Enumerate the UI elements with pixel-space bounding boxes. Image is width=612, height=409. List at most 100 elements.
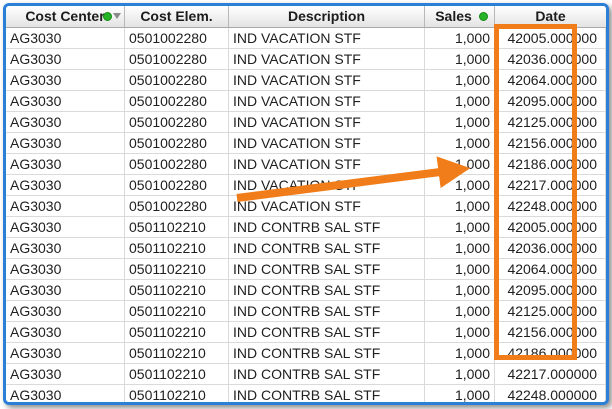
cell-description: IND VACATION STF xyxy=(229,154,425,174)
cell-cost-center: AG3030 xyxy=(6,385,125,402)
table-row[interactable]: AG3030 0501102210 IND CONTRB SAL STF 1,000 4… xyxy=(6,217,606,238)
table-row[interactable]: AG3030 0501102210 IND CONTRB SAL STF 1,000 4… xyxy=(6,301,606,322)
table-window: Cost Center Cost Elem. Description Sales… xyxy=(3,3,609,405)
cell-cost-elem: 0501102210 xyxy=(125,322,229,342)
cell-cost-center: AG3030 xyxy=(6,28,125,48)
cell-cost-elem: 0501002280 xyxy=(125,154,229,174)
cell-cost-center: AG3030 xyxy=(6,280,125,300)
cell-sales: 1,000 xyxy=(425,238,495,258)
cell-cost-center: AG3030 xyxy=(6,364,125,384)
column-label-description: Description xyxy=(287,8,365,24)
table-row[interactable]: AG3030 0501002280 IND VACATION STF 1,000 420… xyxy=(6,28,606,49)
cell-cost-center: AG3030 xyxy=(6,322,125,342)
cell-cost-elem: 0501002280 xyxy=(125,133,229,153)
cell-sales: 1,000 xyxy=(425,385,495,402)
cell-date: 42095.000000 xyxy=(495,91,606,111)
table-row[interactable]: AG3030 0501102210 IND CONTRB SAL STF 1,000 4… xyxy=(6,259,606,280)
column-label-sales: Sales xyxy=(435,8,472,24)
cell-cost-elem: 0501002280 xyxy=(125,112,229,132)
cell-date: 42186.000000 xyxy=(495,154,606,174)
cell-date: 42217.000000 xyxy=(495,364,606,384)
column-header-sales[interactable]: Sales xyxy=(425,6,495,27)
table-row[interactable]: AG3030 0501002280 IND VACATION STF 1,000 421… xyxy=(6,112,606,133)
cell-sales: 1,000 xyxy=(425,217,495,237)
cell-date: 42248.000000 xyxy=(495,385,606,402)
cell-cost-center: AG3030 xyxy=(6,91,125,111)
sort-triangle-icon[interactable] xyxy=(113,13,121,19)
cell-cost-elem: 0501002280 xyxy=(125,175,229,195)
cell-sales: 1,000 xyxy=(425,280,495,300)
cell-cost-elem: 0501002280 xyxy=(125,91,229,111)
table-row[interactable]: AG3030 0501102210 IND CONTRB SAL STF 1,000 4… xyxy=(6,343,606,364)
table-row[interactable]: AG3030 0501002280 IND VACATION STF 1,000 422… xyxy=(6,175,606,196)
cell-sales: 1,000 xyxy=(425,301,495,321)
cell-date: 42125.000000 xyxy=(495,301,606,321)
filter-indicator-icon xyxy=(103,12,112,21)
cell-date: 42156.000000 xyxy=(495,133,606,153)
cell-cost-elem: 0501102210 xyxy=(125,259,229,279)
cell-cost-elem: 0501002280 xyxy=(125,28,229,48)
cell-date: 42186.000000 xyxy=(495,343,606,363)
cell-sales: 1,000 xyxy=(425,154,495,174)
cell-description: IND VACATION STF xyxy=(229,91,425,111)
cell-date: 42217.000000 xyxy=(495,175,606,195)
cell-description: IND CONTRB SAL STF xyxy=(229,385,425,402)
cell-cost-elem: 0501002280 xyxy=(125,70,229,90)
cell-sales: 1,000 xyxy=(425,343,495,363)
cell-cost-elem: 0501102210 xyxy=(125,301,229,321)
cell-sales: 1,000 xyxy=(425,175,495,195)
cell-cost-center: AG3030 xyxy=(6,259,125,279)
cell-description: IND CONTRB SAL STF xyxy=(229,322,425,342)
cell-sales: 1,000 xyxy=(425,70,495,90)
table-row[interactable]: AG3030 0501102210 IND CONTRB SAL STF 1,000 4… xyxy=(6,364,606,385)
cell-description: IND CONTRB SAL STF xyxy=(229,280,425,300)
cell-cost-elem: 0501102210 xyxy=(125,238,229,258)
filter-indicator-icon xyxy=(479,12,488,21)
table-row[interactable]: AG3030 0501002280 IND VACATION STF 1,000 421… xyxy=(6,133,606,154)
cell-cost-center: AG3030 xyxy=(6,133,125,153)
table-row[interactable]: AG3030 0501002280 IND VACATION STF 1,000 420… xyxy=(6,70,606,91)
cell-cost-elem: 0501002280 xyxy=(125,49,229,69)
column-label-cost-center: Cost Center xyxy=(25,8,105,24)
cell-cost-center: AG3030 xyxy=(6,343,125,363)
cell-date: 42248.000000 xyxy=(495,196,606,216)
table-row[interactable]: AG3030 0501002280 IND VACATION STF 1,000 420… xyxy=(6,91,606,112)
table-row[interactable]: AG3030 0501102210 IND CONTRB SAL STF 1,000 4… xyxy=(6,385,606,402)
cell-sales: 1,000 xyxy=(425,322,495,342)
cell-cost-center: AG3030 xyxy=(6,175,125,195)
cell-cost-center: AG3030 xyxy=(6,112,125,132)
column-header-date[interactable]: Date xyxy=(495,6,606,27)
table-header: Cost Center Cost Elem. Description Sales… xyxy=(6,6,606,28)
cell-sales: 1,000 xyxy=(425,133,495,153)
cell-cost-center: AG3030 xyxy=(6,238,125,258)
cell-cost-center: AG3030 xyxy=(6,301,125,321)
cell-description: IND VACATION STF xyxy=(229,112,425,132)
column-header-cost-elem[interactable]: Cost Elem. xyxy=(125,6,229,27)
cell-description: IND CONTRB SAL STF xyxy=(229,217,425,237)
cell-description: IND CONTRB SAL STF xyxy=(229,301,425,321)
table-row[interactable]: AG3030 0501102210 IND CONTRB SAL STF 1,000 4… xyxy=(6,238,606,259)
cell-cost-center: AG3030 xyxy=(6,217,125,237)
cell-date: 42064.000000 xyxy=(495,70,606,90)
cell-description: IND VACATION STF xyxy=(229,49,425,69)
column-label-cost-elem: Cost Elem. xyxy=(140,8,213,24)
cell-sales: 1,000 xyxy=(425,91,495,111)
cell-cost-elem: 0501002280 xyxy=(125,196,229,216)
cell-sales: 1,000 xyxy=(425,112,495,132)
cell-date: 42005.000000 xyxy=(495,217,606,237)
cell-cost-elem: 0501102210 xyxy=(125,280,229,300)
cell-sales: 1,000 xyxy=(425,49,495,69)
cell-sales: 1,000 xyxy=(425,364,495,384)
table-row[interactable]: AG3030 0501002280 IND VACATION STF 1,000 420… xyxy=(6,49,606,70)
table-row[interactable]: AG3030 0501002280 IND VACATION STF 1,000 422… xyxy=(6,196,606,217)
column-header-description[interactable]: Description xyxy=(229,6,425,27)
column-header-cost-center[interactable]: Cost Center xyxy=(6,6,125,27)
table-row[interactable]: AG3030 0501002280 IND VACATION STF 1,000 421… xyxy=(6,154,606,175)
cell-cost-elem: 0501102210 xyxy=(125,217,229,237)
cell-sales: 1,000 xyxy=(425,28,495,48)
table-row[interactable]: AG3030 0501102210 IND CONTRB SAL STF 1,000 4… xyxy=(6,280,606,301)
cell-cost-center: AG3030 xyxy=(6,154,125,174)
cell-cost-center: AG3030 xyxy=(6,70,125,90)
table-row[interactable]: AG3030 0501102210 IND CONTRB SAL STF 1,000 4… xyxy=(6,322,606,343)
cell-cost-elem: 0501102210 xyxy=(125,364,229,384)
